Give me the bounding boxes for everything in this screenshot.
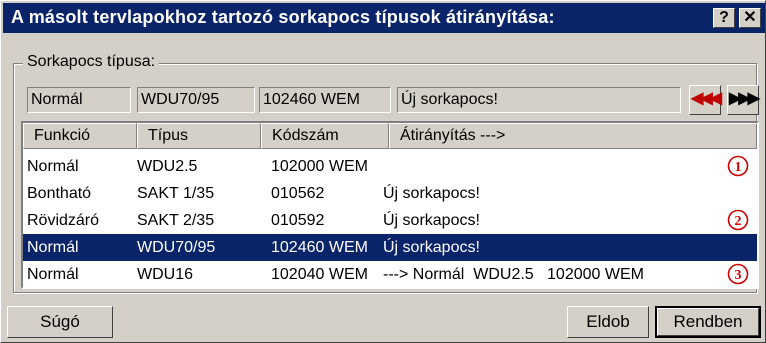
cell-code: 102000 WEM — [271, 158, 368, 175]
next-arrow-icon[interactable]: ▶▶▶ — [727, 85, 760, 115]
cell-function: Normál — [27, 239, 79, 256]
cell-redirect: Új sorkapocs! — [383, 212, 480, 229]
cell-code: 010592 — [271, 212, 325, 229]
cell-type: SAKT 2/35 — [137, 212, 215, 229]
terminal-list[interactable]: Funkció Típus Kódszám Átirányítás ---> N… — [21, 121, 759, 289]
cell-type: WDU70/95 — [137, 239, 216, 256]
column-header-function[interactable]: Funkció — [23, 123, 137, 149]
marker-number: 1 — [735, 160, 742, 175]
cell-function: Rövidzáró — [27, 212, 100, 229]
dialog-window: A másolt tervlapokhoz tartozó sorkapocs … — [0, 0, 766, 343]
column-header-type[interactable]: Típus — [137, 123, 261, 149]
close-icon[interactable]: ✕ — [739, 8, 761, 28]
cell-type: WDU16 — [137, 266, 194, 283]
previous-arrow-icon[interactable]: ◀◀◀ — [689, 85, 722, 115]
marker-3-icon: 3 — [727, 263, 749, 285]
cell-function: Bontható — [27, 185, 92, 202]
marker-1-icon: 1 — [727, 155, 749, 177]
column-header-code[interactable]: Kódszám — [261, 123, 389, 149]
table-row[interactable]: Normál WDU2.5 102000 WEM 1 — [23, 153, 757, 180]
cell-function: Normál — [27, 158, 79, 175]
marker-number: 3 — [735, 268, 742, 283]
cell-type: SAKT 1/35 — [137, 185, 215, 202]
cell-code: 102460 WEM — [271, 239, 368, 256]
table-row[interactable]: Bontható SAKT 1/35 010562 Új sorkapocs! — [23, 180, 757, 207]
help-button[interactable]: Súgó — [7, 306, 113, 338]
cell-redirect: Új sorkapocs! — [383, 239, 480, 256]
table-row[interactable]: Rövidzáró SAKT 2/35 010592 Új sorkapocs!… — [23, 207, 757, 234]
current-redirect-field: Új sorkapocs! — [397, 87, 681, 113]
column-header-redirect[interactable]: Átirányítás ---> — [389, 123, 757, 149]
group-label: Sorkapocs típusa: — [23, 53, 160, 71]
current-type-field: WDU70/95 — [137, 87, 255, 113]
current-function-field: Normál — [27, 87, 131, 113]
cell-type: WDU2.5 — [137, 158, 198, 175]
marker-number: 2 — [735, 214, 742, 229]
cell-code: 010562 — [271, 185, 325, 202]
current-code-field: 102460 WEM — [259, 87, 391, 113]
cell-redirect: Új sorkapocs! — [383, 185, 480, 202]
ok-button-label: Rendben — [657, 308, 759, 336]
ok-button[interactable]: Rendben — [655, 306, 761, 338]
cell-redirect: ---> Normál WDU2.5 102000 WEM — [383, 266, 644, 283]
cell-function: Normál — [27, 266, 79, 283]
table-row[interactable]: Normál WDU16 102040 WEM ---> Normál WDU2… — [23, 261, 757, 287]
cell-code: 102040 WEM — [271, 266, 368, 283]
dialog-title: A másolt tervlapokhoz tartozó sorkapocs … — [11, 7, 555, 27]
table-row-selected[interactable]: Normál WDU70/95 102460 WEM Új sorkapocs! — [23, 234, 757, 261]
title-bar: A másolt tervlapokhoz tartozó sorkapocs … — [3, 3, 765, 33]
help-icon[interactable]: ? — [713, 8, 735, 28]
cancel-button[interactable]: Eldob — [567, 306, 649, 338]
marker-2-icon: 2 — [727, 209, 749, 231]
